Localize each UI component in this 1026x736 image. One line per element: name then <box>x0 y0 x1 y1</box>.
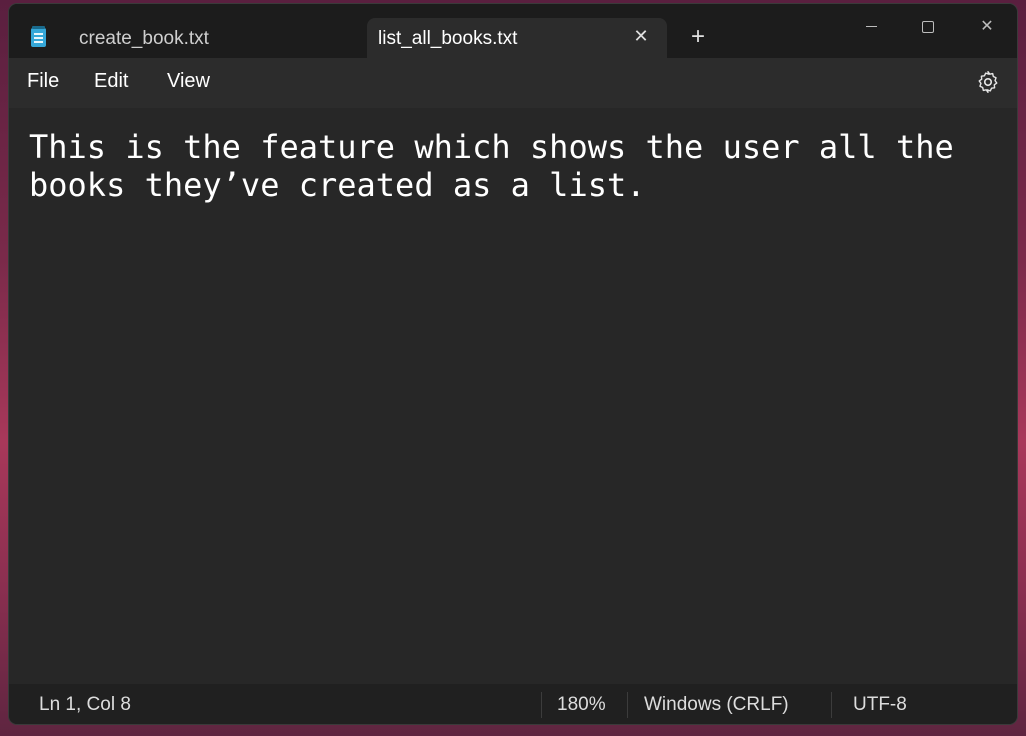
title-bar: create_book.txt list_all_books.txt ✕ + ✕ <box>9 4 1017 58</box>
cursor-position[interactable]: Ln 1, Col 8 <box>39 694 131 716</box>
notepad-icon <box>31 26 46 47</box>
minimize-button[interactable] <box>849 10 893 44</box>
line-ending[interactable]: Windows (CRLF) <box>644 694 789 716</box>
tab-label: create_book.txt <box>79 28 209 49</box>
minimize-icon <box>865 26 877 28</box>
status-divider <box>627 692 628 718</box>
menu-bar: File Edit View <box>9 58 1017 108</box>
menu-edit[interactable]: Edit <box>94 70 128 93</box>
status-divider <box>541 692 542 718</box>
status-bar: Ln 1, Col 8 180% Windows (CRLF) UTF-8 <box>9 684 1017 724</box>
close-tab-icon[interactable]: ✕ <box>629 24 653 48</box>
settings-button[interactable] <box>975 69 1001 95</box>
tab-label: list_all_books.txt <box>378 28 518 49</box>
menu-file[interactable]: File <box>27 70 59 93</box>
zoom-level[interactable]: 180% <box>557 694 606 716</box>
notepad-window: create_book.txt list_all_books.txt ✕ + ✕… <box>9 4 1017 724</box>
tab-create-book[interactable]: create_book.txt <box>9 18 367 58</box>
close-icon: ✕ <box>980 18 994 35</box>
editor-content[interactable]: This is the feature which shows the user… <box>29 128 989 204</box>
maximize-icon <box>922 20 934 33</box>
maximize-button[interactable] <box>906 10 950 44</box>
status-divider <box>831 692 832 718</box>
menu-view[interactable]: View <box>167 70 210 93</box>
close-window-button[interactable]: ✕ <box>965 10 1009 44</box>
gear-icon <box>978 71 998 93</box>
new-tab-button[interactable]: + <box>685 24 711 50</box>
encoding[interactable]: UTF-8 <box>853 694 907 716</box>
tab-list-all-books[interactable]: list_all_books.txt ✕ <box>367 18 667 58</box>
text-editor[interactable]: This is the feature which shows the user… <box>9 108 1017 684</box>
